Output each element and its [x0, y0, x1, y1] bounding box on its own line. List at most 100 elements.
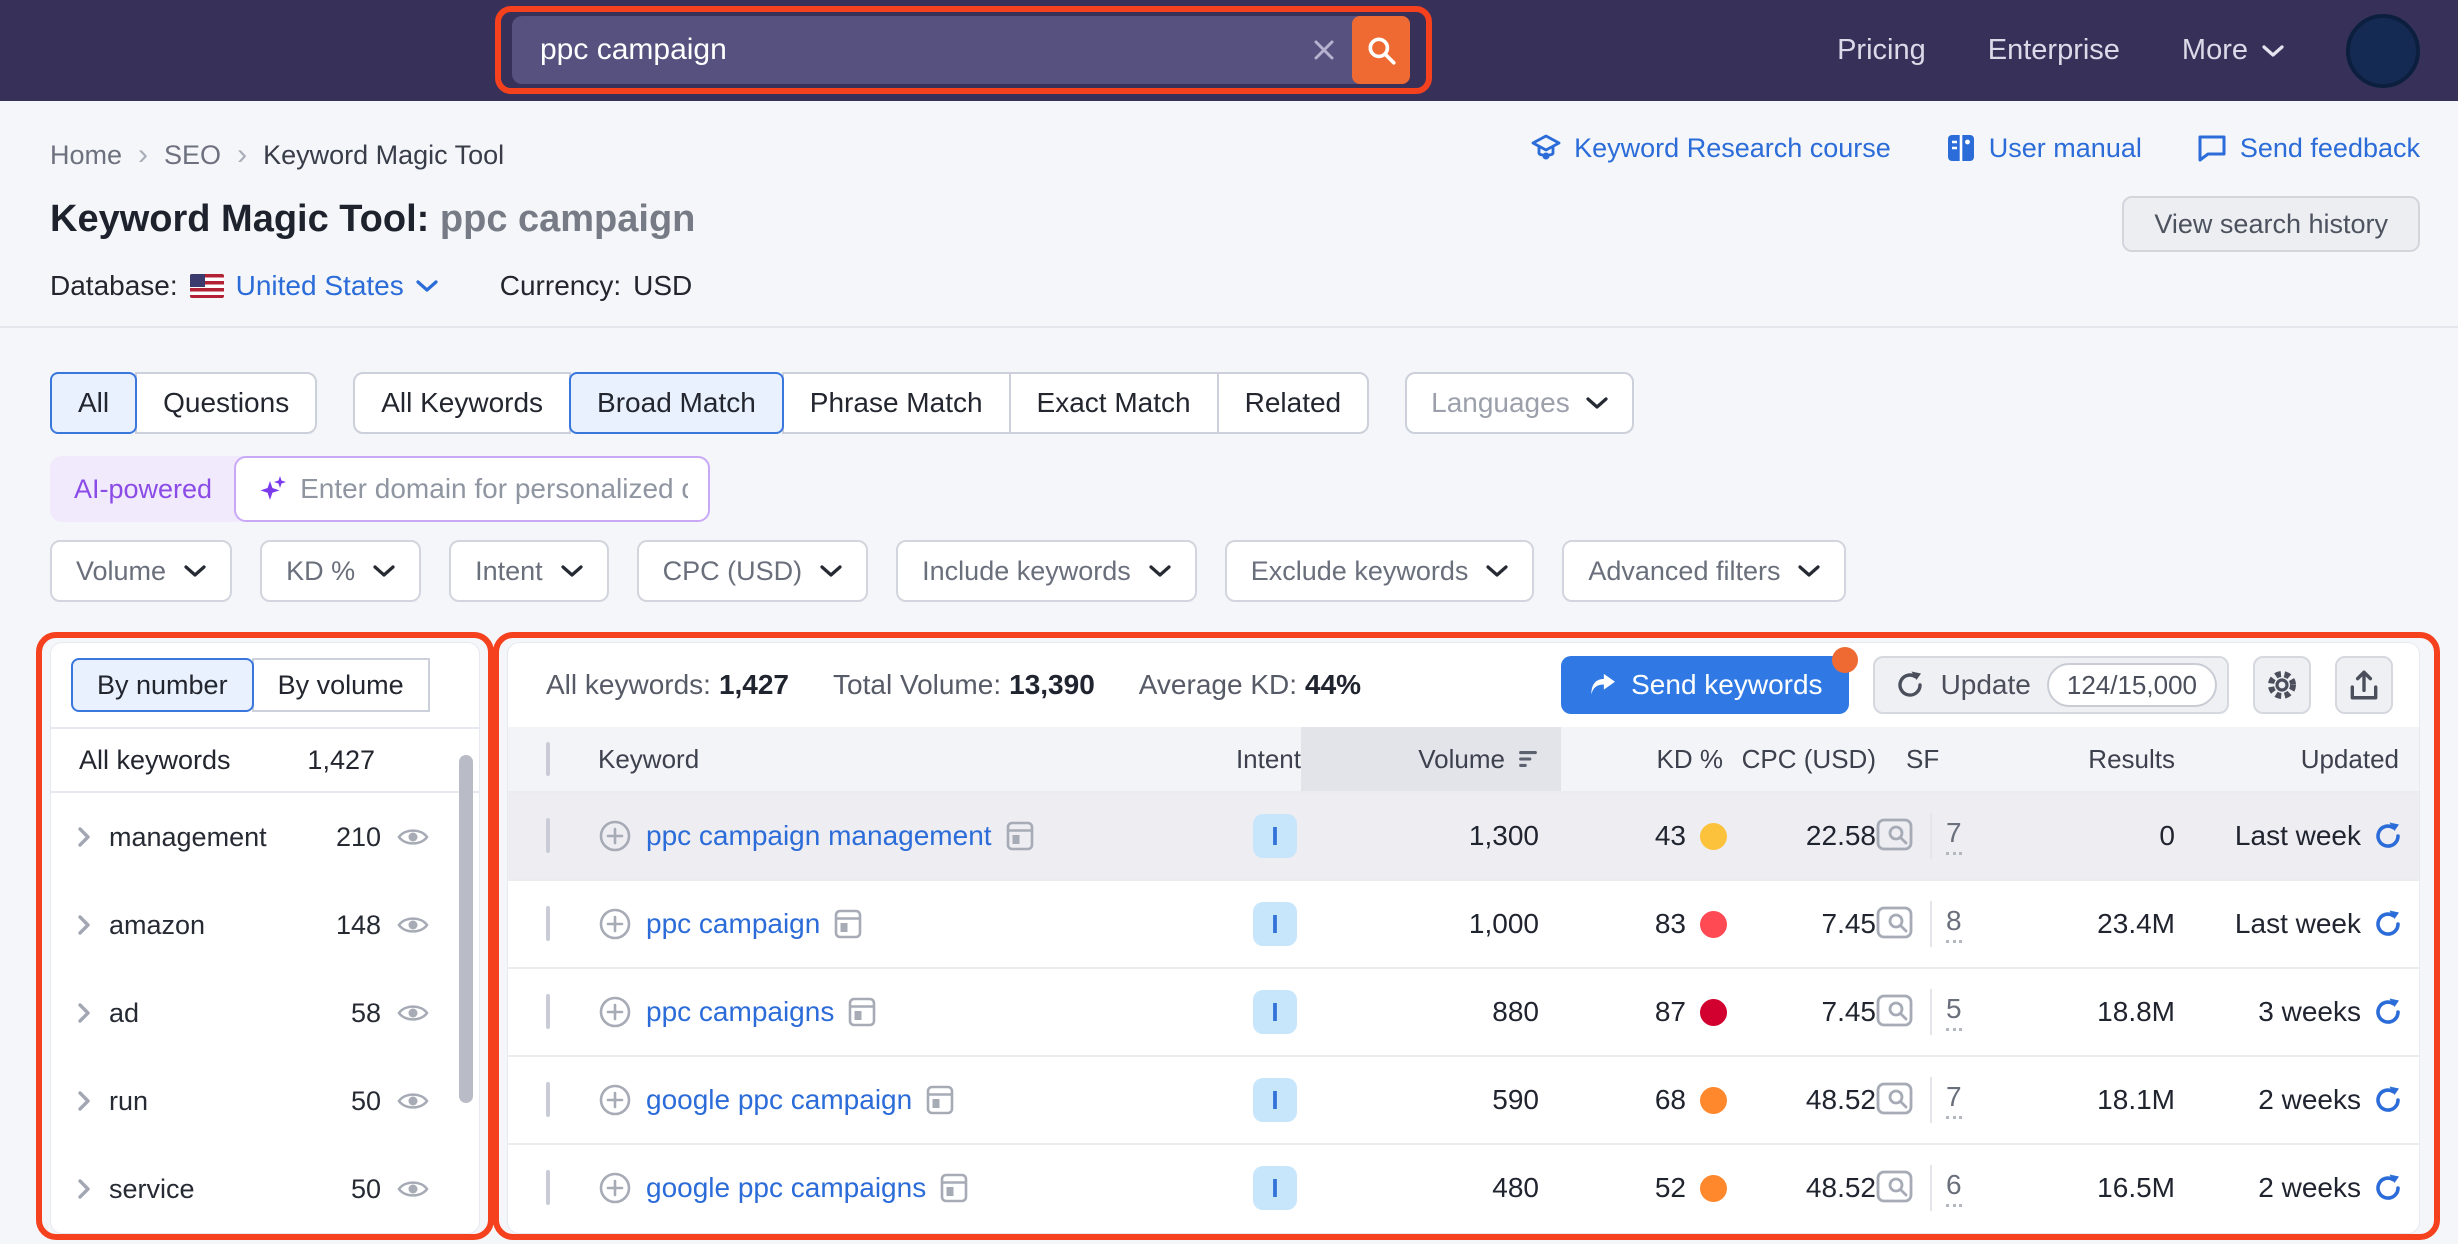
sf-count[interactable]: 8: [1946, 905, 1962, 943]
send-keywords-button[interactable]: Send keywords: [1561, 656, 1848, 714]
more-menu[interactable]: More: [2182, 34, 2284, 67]
sf-count[interactable]: 6: [1946, 1169, 1962, 1207]
keyword-link[interactable]: google ppc campaign: [646, 1084, 912, 1116]
refresh-icon[interactable]: [2373, 1173, 2403, 1203]
serp-preview-icon[interactable]: [926, 1085, 954, 1115]
col-cpc[interactable]: CPC (USD): [1731, 744, 1876, 775]
col-volume[interactable]: Volume: [1301, 727, 1561, 791]
keyword-group-item[interactable]: ad 58: [51, 969, 479, 1057]
keyword-link[interactable]: google ppc campaigns: [646, 1172, 926, 1204]
sf-count[interactable]: 5: [1946, 993, 1962, 1031]
keyword-group-item[interactable]: run 50: [51, 1057, 479, 1145]
filter-dropdown[interactable]: Intent: [449, 540, 609, 602]
view-search-history-button[interactable]: View search history: [2122, 196, 2420, 252]
eye-icon[interactable]: [397, 914, 429, 936]
domain-input[interactable]: [300, 473, 688, 505]
row-checkbox[interactable]: [546, 994, 550, 1029]
keyword-group-item[interactable]: service 50: [51, 1145, 479, 1233]
tab[interactable]: By volume: [252, 658, 430, 712]
tab[interactable]: Related: [1217, 372, 1370, 434]
filter-dropdown[interactable]: Advanced filters: [1562, 540, 1846, 602]
eye-icon[interactable]: [397, 1090, 429, 1112]
intent-badge[interactable]: I: [1253, 1078, 1297, 1122]
serp-features-icon[interactable]: [1876, 906, 1916, 942]
user-avatar[interactable]: [2346, 14, 2420, 88]
keyword-link[interactable]: ppc campaign management: [646, 820, 992, 852]
tab[interactable]: All: [50, 372, 137, 434]
chevron-right-icon[interactable]: [77, 1091, 91, 1111]
serp-preview-icon[interactable]: [848, 997, 876, 1027]
row-checkbox[interactable]: [546, 818, 550, 853]
sf-count[interactable]: 7: [1946, 817, 1962, 855]
languages-dropdown[interactable]: Languages: [1405, 372, 1634, 434]
sf-count[interactable]: 7: [1946, 1081, 1962, 1119]
tab[interactable]: By number: [71, 658, 254, 712]
intent-badge[interactable]: I: [1253, 814, 1297, 858]
keyword-search-input[interactable]: [512, 33, 1296, 67]
eye-icon[interactable]: [397, 1178, 429, 1200]
sidebar-scrollbar[interactable]: [459, 755, 473, 1103]
add-keyword-icon[interactable]: [598, 907, 632, 941]
table-settings-button[interactable]: [2253, 656, 2311, 714]
select-all-checkbox[interactable]: [546, 742, 550, 776]
row-checkbox[interactable]: [546, 1082, 550, 1117]
breadcrumb-seo[interactable]: SEO: [164, 140, 221, 171]
send-feedback-link[interactable]: Send feedback: [2196, 133, 2420, 164]
add-keyword-icon[interactable]: [598, 819, 632, 853]
refresh-icon[interactable]: [2373, 997, 2403, 1027]
keyword-group-item[interactable]: amazon 148: [51, 881, 479, 969]
tab[interactable]: All Keywords: [353, 372, 571, 434]
intent-badge[interactable]: I: [1253, 1166, 1297, 1210]
intent-badge[interactable]: I: [1253, 990, 1297, 1034]
tab[interactable]: Phrase Match: [782, 372, 1011, 434]
serp-features-icon[interactable]: [1876, 994, 1916, 1030]
tab[interactable]: Exact Match: [1009, 372, 1219, 434]
tab[interactable]: Questions: [135, 372, 317, 434]
chevron-right-icon[interactable]: [77, 1003, 91, 1023]
serp-features-icon[interactable]: [1876, 1170, 1916, 1206]
tab[interactable]: Broad Match: [569, 372, 784, 434]
add-keyword-icon[interactable]: [598, 995, 632, 1029]
chevron-down-icon[interactable]: [416, 279, 438, 293]
keyword-search-bar[interactable]: [512, 16, 1410, 84]
intent-badge[interactable]: I: [1253, 902, 1297, 946]
breadcrumb-home[interactable]: Home: [50, 140, 122, 171]
refresh-icon[interactable]: [2373, 821, 2403, 851]
all-keywords-row[interactable]: All keywords 1,427: [51, 729, 479, 793]
user-manual-link[interactable]: User manual: [1945, 133, 2142, 164]
row-checkbox[interactable]: [546, 906, 550, 941]
domain-input-wrap[interactable]: [234, 456, 710, 522]
eye-icon[interactable]: [397, 1002, 429, 1024]
chevron-right-icon[interactable]: [77, 827, 91, 847]
keyword-research-course-link[interactable]: Keyword Research course: [1530, 132, 1891, 164]
add-keyword-icon[interactable]: [598, 1171, 632, 1205]
chevron-right-icon[interactable]: [77, 915, 91, 935]
filter-dropdown[interactable]: Include keywords: [896, 540, 1197, 602]
keyword-link[interactable]: ppc campaigns: [646, 996, 834, 1028]
pricing-link[interactable]: Pricing: [1837, 34, 1926, 67]
keyword-group-item[interactable]: management 210: [51, 793, 479, 881]
enterprise-link[interactable]: Enterprise: [1988, 34, 2120, 67]
filter-dropdown[interactable]: Volume: [50, 540, 232, 602]
update-button[interactable]: Update 124/15,000: [1873, 656, 2229, 714]
database-selector[interactable]: United States: [236, 270, 404, 302]
chevron-right-icon[interactable]: [77, 1179, 91, 1199]
row-checkbox[interactable]: [546, 1170, 550, 1205]
refresh-icon[interactable]: [2373, 909, 2403, 939]
export-button[interactable]: [2335, 656, 2393, 714]
refresh-icon[interactable]: [2373, 1085, 2403, 1115]
col-keyword[interactable]: Keyword: [598, 744, 1191, 775]
filter-dropdown[interactable]: KD %: [260, 540, 421, 602]
filter-dropdown[interactable]: CPC (USD): [637, 540, 869, 602]
add-keyword-icon[interactable]: [598, 1083, 632, 1117]
serp-preview-icon[interactable]: [940, 1173, 968, 1203]
search-button[interactable]: [1352, 16, 1410, 84]
col-results[interactable]: Results: [1996, 744, 2181, 775]
clear-search-icon[interactable]: [1296, 16, 1352, 84]
serp-features-icon[interactable]: [1876, 818, 1916, 854]
serp-features-icon[interactable]: [1876, 1082, 1916, 1118]
keyword-link[interactable]: ppc campaign: [646, 908, 820, 940]
col-kd[interactable]: KD %: [1561, 744, 1731, 775]
col-sf[interactable]: SF: [1876, 744, 1996, 775]
serp-preview-icon[interactable]: [834, 909, 862, 939]
